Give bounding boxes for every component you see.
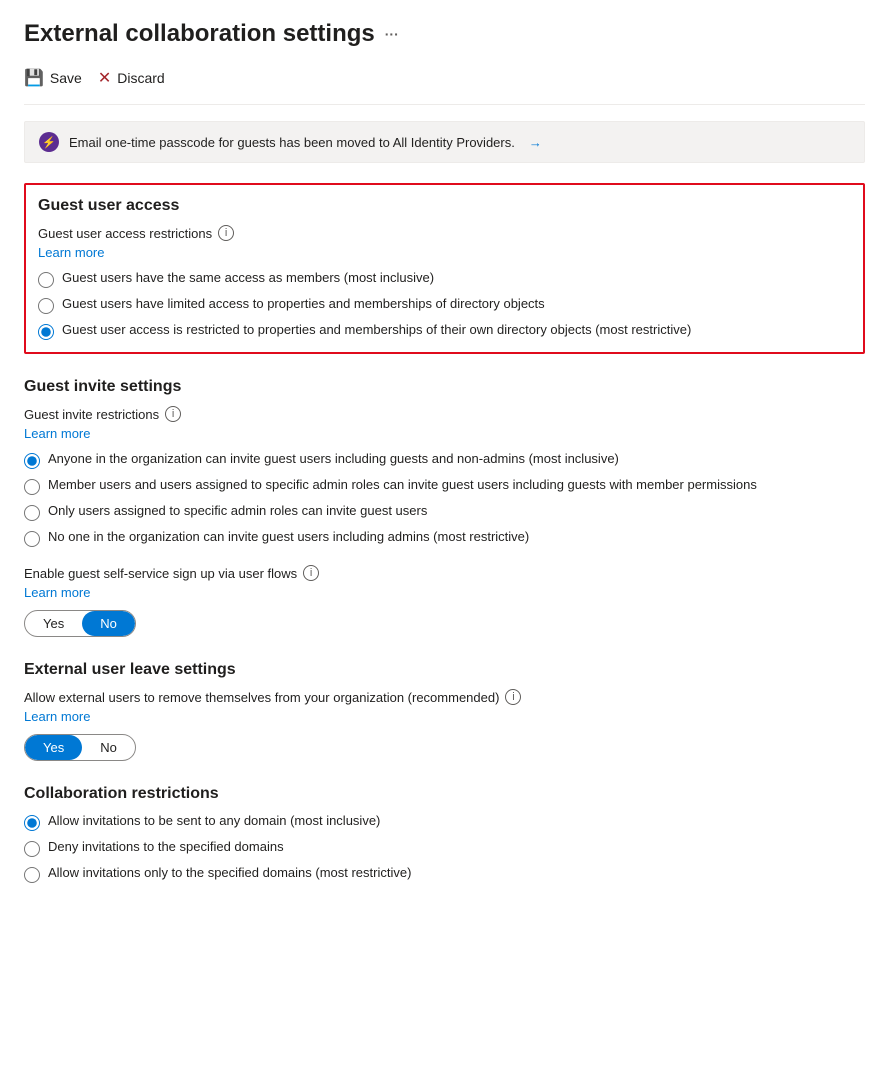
guest-access-learn-more[interactable]: Learn more: [38, 245, 851, 260]
guest-invite-learn-more[interactable]: Learn more: [24, 426, 865, 441]
collab-radio-2[interactable]: [24, 867, 40, 883]
guest-access-option-2[interactable]: Guest user access is restricted to prope…: [38, 322, 851, 340]
guest-access-option-0[interactable]: Guest users have the same access as memb…: [38, 270, 851, 288]
discard-label: Discard: [117, 70, 164, 86]
guest-access-radio-group: Guest users have the same access as memb…: [38, 270, 851, 340]
notification-text: Email one-time passcode for guests has b…: [69, 135, 515, 150]
collab-option-0-label: Allow invitations to be sent to any doma…: [48, 813, 380, 828]
guest-access-option-1-label: Guest users have limited access to prope…: [62, 296, 545, 311]
guest-access-option-2-label: Guest user access is restricted to prope…: [62, 322, 691, 337]
guest-invite-restrictions-text: Guest invite restrictions: [24, 407, 159, 422]
external-leave-info-icon[interactable]: i: [505, 689, 521, 705]
notification-arrow[interactable]: →: [529, 135, 542, 150]
external-leave-title: External user leave settings: [24, 661, 865, 679]
external-leave-label: Allow external users to remove themselve…: [24, 689, 865, 705]
save-button[interactable]: 💾 Save: [24, 64, 82, 92]
guest-invite-restrictions-label: Guest invite restrictions i: [24, 406, 865, 422]
discard-button[interactable]: ✕ Discard: [98, 64, 165, 92]
notification-icon: ⚡: [39, 132, 59, 152]
guest-invite-option-3[interactable]: No one in the organization can invite gu…: [24, 529, 865, 547]
guest-invite-option-1[interactable]: Member users and users assigned to speci…: [24, 477, 865, 495]
collaboration-restrictions-radio-group: Allow invitations to be sent to any doma…: [24, 813, 865, 883]
save-label: Save: [50, 70, 82, 86]
guest-invite-option-0[interactable]: Anyone in the organization can invite gu…: [24, 451, 865, 469]
toolbar: 💾 Save ✕ Discard: [24, 64, 865, 105]
guest-invite-option-2[interactable]: Only users assigned to specific admin ro…: [24, 503, 865, 521]
guest-invite-title: Guest invite settings: [24, 378, 865, 396]
guest-access-option-0-label: Guest users have the same access as memb…: [62, 270, 434, 285]
collaboration-restrictions-title: Collaboration restrictions: [24, 785, 865, 803]
guest-access-radio-1[interactable]: [38, 298, 54, 314]
self-service-label: Enable guest self-service sign up via us…: [24, 565, 865, 581]
collab-radio-0[interactable]: [24, 815, 40, 831]
external-leave-section: External user leave settings Allow exter…: [24, 661, 865, 761]
guest-access-restrictions-text: Guest user access restrictions: [38, 226, 212, 241]
self-service-toggle: Yes No: [24, 610, 136, 637]
guest-user-access-section: Guest user access Guest user access rest…: [24, 183, 865, 354]
guest-invite-option-2-label: Only users assigned to specific admin ro…: [48, 503, 427, 518]
collab-radio-1[interactable]: [24, 841, 40, 857]
guest-access-restrictions-label: Guest user access restrictions i: [38, 225, 851, 241]
collab-option-1-label: Deny invitations to the specified domain…: [48, 839, 284, 854]
external-leave-yes-button[interactable]: Yes: [25, 735, 82, 760]
save-icon: 💾: [24, 68, 44, 88]
guest-invite-radio-group: Anyone in the organization can invite gu…: [24, 451, 865, 547]
self-service-learn-more[interactable]: Learn more: [24, 585, 865, 600]
guest-invite-radio-0[interactable]: [24, 453, 40, 469]
guest-access-radio-2[interactable]: [38, 324, 54, 340]
self-service-text: Enable guest self-service sign up via us…: [24, 566, 297, 581]
guest-invite-radio-3[interactable]: [24, 531, 40, 547]
collaboration-restrictions-section: Collaboration restrictions Allow invitat…: [24, 785, 865, 883]
guest-invite-option-0-label: Anyone in the organization can invite gu…: [48, 451, 619, 466]
notification-bar: ⚡ Email one-time passcode for guests has…: [24, 121, 865, 163]
external-leave-text: Allow external users to remove themselve…: [24, 690, 499, 705]
guest-invite-info-icon[interactable]: i: [165, 406, 181, 422]
guest-invite-section: Guest invite settings Guest invite restr…: [24, 378, 865, 637]
guest-invite-option-3-label: No one in the organization can invite gu…: [48, 529, 529, 544]
guest-access-info-icon[interactable]: i: [218, 225, 234, 241]
self-service-yes-button[interactable]: Yes: [25, 611, 82, 636]
collab-option-2[interactable]: Allow invitations only to the specified …: [24, 865, 865, 883]
guest-access-radio-0[interactable]: [38, 272, 54, 288]
page-title: External collaboration settings ···: [24, 20, 865, 48]
external-leave-learn-more[interactable]: Learn more: [24, 709, 865, 724]
self-service-no-button[interactable]: No: [82, 611, 135, 636]
external-leave-no-button[interactable]: No: [82, 735, 135, 760]
collab-option-2-label: Allow invitations only to the specified …: [48, 865, 411, 880]
guest-invite-option-1-label: Member users and users assigned to speci…: [48, 477, 757, 492]
guest-invite-radio-2[interactable]: [24, 505, 40, 521]
collab-option-0[interactable]: Allow invitations to be sent to any doma…: [24, 813, 865, 831]
guest-access-option-1[interactable]: Guest users have limited access to prope…: [38, 296, 851, 314]
guest-user-access-title: Guest user access: [38, 197, 851, 215]
page-menu-icon[interactable]: ···: [385, 26, 399, 42]
guest-invite-radio-1[interactable]: [24, 479, 40, 495]
discard-icon: ✕: [98, 68, 111, 88]
collab-option-1[interactable]: Deny invitations to the specified domain…: [24, 839, 865, 857]
title-text: External collaboration settings: [24, 20, 375, 48]
external-leave-toggle: Yes No: [24, 734, 136, 761]
self-service-info-icon[interactable]: i: [303, 565, 319, 581]
